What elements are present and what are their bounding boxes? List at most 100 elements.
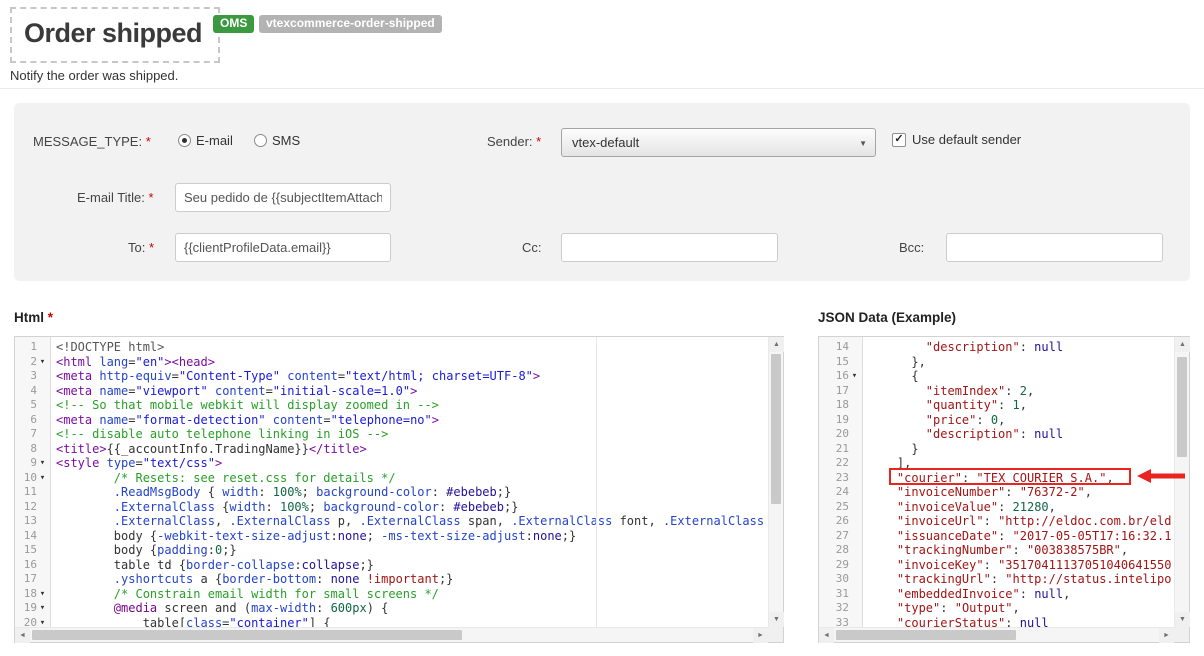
html-code-editor[interactable]: 12▾3456789▾10▾1112131415161718▾19▾20▾21 … xyxy=(14,336,784,643)
line-number: 18 xyxy=(836,398,849,413)
horizontal-scrollbar[interactable]: ◄ ► xyxy=(15,627,768,642)
scroll-up-icon[interactable]: ▲ xyxy=(1175,337,1190,352)
code-line[interactable]: "price": 0, xyxy=(868,413,1174,428)
to-input[interactable] xyxy=(175,233,391,262)
fold-icon[interactable]: ▾ xyxy=(37,471,48,486)
line-number: 17 xyxy=(836,384,849,399)
line-number: 17 xyxy=(24,572,37,587)
code-line[interactable]: "type": "Output", xyxy=(868,601,1174,616)
line-number: 14 xyxy=(836,340,849,355)
email-title-label: E-mail Title: * xyxy=(77,190,154,205)
code-line[interactable]: "invoiceUrl": "http://eldoc.com.br/eld xyxy=(868,514,1174,529)
code-line[interactable]: "embeddedInvoice": null, xyxy=(868,587,1174,602)
code-line[interactable]: <meta name="format-detection" content="t… xyxy=(56,413,768,428)
code-line[interactable]: { xyxy=(868,369,1174,384)
code-line[interactable]: <!-- So that mobile webkit will display … xyxy=(56,398,768,413)
fold-icon[interactable]: ▾ xyxy=(849,369,860,384)
code-line[interactable]: <title>{{_accountInfo.TradingName}}</tit… xyxy=(56,442,768,457)
code-line[interactable]: table[class="container"] { xyxy=(56,616,768,628)
line-number: 6 xyxy=(30,413,37,428)
code-line[interactable]: <html lang="en"><head> xyxy=(56,355,768,370)
chevron-down-icon: ▼ xyxy=(859,139,867,148)
line-number: 31 xyxy=(836,587,849,602)
code-line[interactable]: ], xyxy=(868,456,1174,471)
scrollbar-thumb[interactable] xyxy=(771,354,781,504)
scroll-down-icon[interactable]: ▼ xyxy=(769,612,784,627)
json-data-editor[interactable]: 141516▾171819202122232425262728293031323… xyxy=(818,336,1190,643)
line-number: 21 xyxy=(836,442,849,457)
settings-panel: MESSAGE_TYPE: * E-mail SMS Sender: * vte… xyxy=(14,103,1190,281)
email-radio[interactable]: E-mail xyxy=(178,133,233,148)
code-line[interactable]: "courierStatus": null xyxy=(868,616,1174,628)
scroll-left-icon[interactable]: ◄ xyxy=(15,628,30,643)
fold-icon[interactable]: ▾ xyxy=(37,587,48,602)
radio-unselected-icon xyxy=(254,134,267,147)
code-line[interactable]: "quantity": 1, xyxy=(868,398,1174,413)
line-number: 20 xyxy=(836,427,849,442)
code-line[interactable]: @media screen and (max-width: 600px) { xyxy=(56,601,768,616)
code-line[interactable]: "issuanceDate": "2017-05-05T17:16:32.1 xyxy=(868,529,1174,544)
fold-icon[interactable]: ▾ xyxy=(37,456,48,471)
code-line[interactable]: "description": null xyxy=(868,427,1174,442)
code-line[interactable]: .yshortcuts a {border-bottom: none !impo… xyxy=(56,572,768,587)
scroll-right-icon[interactable]: ► xyxy=(753,628,768,643)
use-default-sender-checkbox[interactable]: ✓ Use default sender xyxy=(892,132,1021,147)
scrollbar-thumb[interactable] xyxy=(836,630,1016,640)
code-line[interactable]: "itemIndex": 2, xyxy=(868,384,1174,399)
code-line[interactable]: <!DOCTYPE html> xyxy=(56,340,768,355)
code-line[interactable]: "invoiceValue": 21280, xyxy=(868,500,1174,515)
code-line[interactable]: .ExternalClass, .ExternalClass p, .Exter… xyxy=(56,514,768,529)
scroll-up-icon[interactable]: ▲ xyxy=(769,337,784,352)
fold-icon[interactable]: ▾ xyxy=(37,601,48,616)
code-line[interactable]: "courier": "TEX COURIER S.A.", xyxy=(868,471,1174,486)
line-number: 14 xyxy=(24,529,37,544)
horizontal-scrollbar[interactable]: ◄ ► xyxy=(819,627,1174,642)
code-line[interactable]: <!-- disable auto telephone linking in i… xyxy=(56,427,768,442)
line-number: 22 xyxy=(836,456,849,471)
code-line[interactable]: } xyxy=(868,442,1174,457)
code-line[interactable]: "invoiceKey": "35170411137051040641550 xyxy=(868,558,1174,573)
template-title-box[interactable]: Order shipped xyxy=(10,7,220,63)
bcc-input[interactable] xyxy=(946,233,1163,262)
email-title-input[interactable] xyxy=(175,183,391,212)
fold-icon[interactable]: ▾ xyxy=(37,616,48,628)
code-line[interactable]: "invoiceNumber": "76372-2", xyxy=(868,485,1174,500)
code-line[interactable]: <meta http-equiv="Content-Type" content=… xyxy=(56,369,768,384)
code-line[interactable]: <style type="text/css"> xyxy=(56,456,768,471)
line-number: 32 xyxy=(836,601,849,616)
code-line[interactable]: "description": null xyxy=(868,340,1174,355)
scroll-left-icon[interactable]: ◄ xyxy=(819,628,834,643)
line-number: 13 xyxy=(24,514,37,529)
sms-radio[interactable]: SMS xyxy=(254,133,300,148)
scrollbar-corner xyxy=(1174,627,1189,642)
scroll-right-icon[interactable]: ► xyxy=(1159,628,1174,643)
vertical-scrollbar[interactable]: ▲ ▼ xyxy=(768,337,783,627)
code-line[interactable]: <meta name="viewport" content="initial-s… xyxy=(56,384,768,399)
sender-select[interactable]: vtex-default ▼ xyxy=(561,128,876,157)
code-line[interactable]: body {-webkit-text-size-adjust:none; -ms… xyxy=(56,529,768,544)
editor-code[interactable]: <!DOCTYPE html><html lang="en"><head><me… xyxy=(52,337,768,627)
code-line[interactable]: }, xyxy=(868,355,1174,370)
fold-icon[interactable]: ▾ xyxy=(37,355,48,370)
scrollbar-thumb[interactable] xyxy=(32,630,462,640)
line-number: 15 xyxy=(24,543,37,558)
code-line[interactable]: "trackingNumber": "003838575BR", xyxy=(868,543,1174,558)
line-number: 4 xyxy=(30,384,37,399)
cc-input[interactable] xyxy=(561,233,778,262)
line-number: 16 xyxy=(836,369,849,384)
code-line[interactable]: /* Constrain email width for small scree… xyxy=(56,587,768,602)
scrollbar-thumb[interactable] xyxy=(1177,357,1187,457)
scroll-down-icon[interactable]: ▼ xyxy=(1175,612,1190,627)
code-line[interactable]: table td {border-collapse:collapse;} xyxy=(56,558,768,573)
vertical-scrollbar[interactable]: ▲ ▼ xyxy=(1174,337,1189,627)
line-number: 29 xyxy=(836,558,849,573)
code-line[interactable]: .ReadMsgBody { width: 100%; background-c… xyxy=(56,485,768,500)
line-number: 15 xyxy=(836,355,849,370)
editor-code[interactable]: "description": null }, { "itemIndex": 2,… xyxy=(864,337,1174,627)
code-line[interactable]: /* Resets: see reset.css for details */ xyxy=(56,471,768,486)
code-line[interactable]: "trackingUrl": "http://status.intelipo xyxy=(868,572,1174,587)
code-line[interactable]: body {padding:0;} xyxy=(56,543,768,558)
editor-gutter: 12▾3456789▾10▾1112131415161718▾19▾20▾21 xyxy=(15,337,51,627)
code-line[interactable]: .ExternalClass {width: 100%; background-… xyxy=(56,500,768,515)
scrollbar-corner xyxy=(768,627,783,642)
